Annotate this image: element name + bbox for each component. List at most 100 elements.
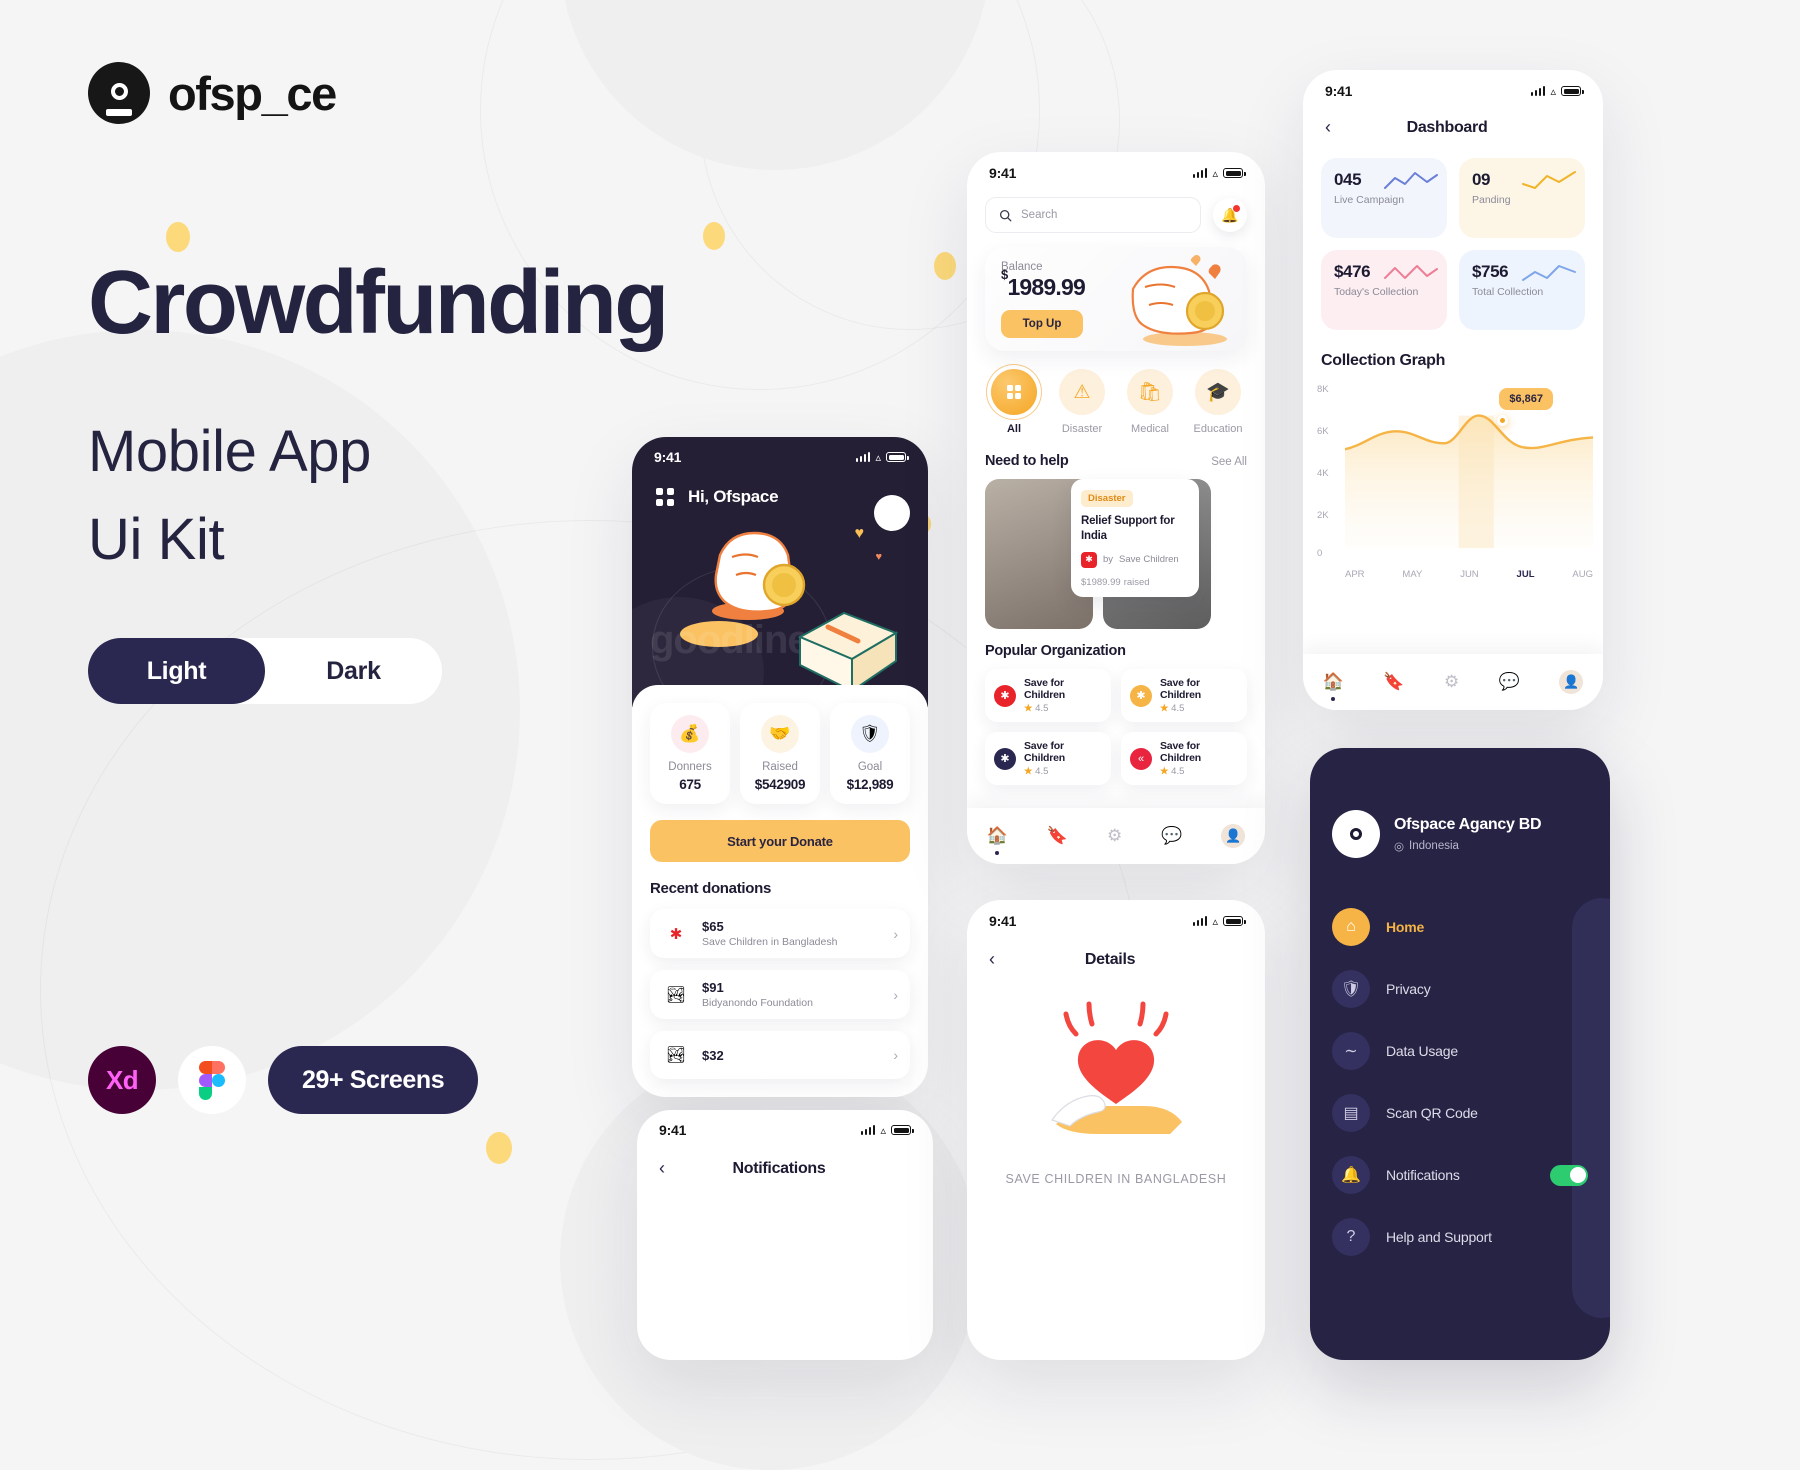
- kpi-card-live-campaign[interactable]: 045 Live Campaign: [1321, 158, 1447, 238]
- start-donate-button[interactable]: Start your Donate: [650, 820, 910, 862]
- donation-amount: $91: [702, 980, 724, 995]
- donation-amount: $65: [702, 919, 724, 934]
- qr-code-icon: ▤: [1332, 1094, 1370, 1132]
- category-education[interactable]: 🎓 Education: [1189, 369, 1247, 435]
- tab-bookmark[interactable]: 🔖: [1383, 672, 1404, 692]
- save-the-children-icon: ✱: [1081, 551, 1097, 568]
- tab-bookmark[interactable]: 🔖: [1047, 826, 1068, 846]
- page-subtitle: Mobile App Ui Kit: [88, 408, 371, 584]
- kpi-card-total-collection[interactable]: $756 Total Collection: [1459, 250, 1585, 330]
- list-item[interactable]: ✱ Save for Children ★ 4.5: [985, 669, 1111, 722]
- status-time: 9:41: [989, 165, 1017, 181]
- sidebar-item-privacy[interactable]: 🛡 Privacy: [1332, 958, 1588, 1020]
- donation-org: Bidyanondo Foundation: [702, 997, 813, 1009]
- tab-settings[interactable]: ⚙: [1107, 826, 1122, 846]
- fist-coin-illustration: [1131, 254, 1227, 346]
- status-bar: 9:41 ▵: [967, 152, 1265, 181]
- avatar[interactable]: [874, 495, 910, 531]
- tab-chat[interactable]: 💬: [1161, 826, 1182, 846]
- sidebar-item-label: Home: [1386, 919, 1425, 935]
- see-all-link[interactable]: See All: [1211, 456, 1247, 468]
- sidebar-menu-list: ⌂ Home 🛡 Privacy ∼ Data Usage ▤ Scan QR …: [1310, 858, 1610, 1268]
- chevron-right-icon: ›: [893, 986, 898, 1003]
- account-header[interactable]: Ofspace Agancy BD ◎ Indonesia: [1310, 748, 1610, 858]
- chart-highlight-point: [1496, 415, 1508, 426]
- y-tick: 4K: [1317, 468, 1329, 479]
- kpi-card-pending[interactable]: 09 Panding: [1459, 158, 1585, 238]
- list-item[interactable]: 🏞 $91 Bidyanondo Foundation ›: [650, 970, 910, 1019]
- status-badge: Disaster: [1081, 490, 1133, 507]
- tab-chat[interactable]: 💬: [1499, 672, 1520, 692]
- kpi-card-today-collection[interactable]: $476 Today's Collection: [1321, 250, 1447, 330]
- y-tick: 8K: [1317, 384, 1329, 395]
- grid-menu-icon[interactable]: [656, 488, 674, 506]
- sidebar-item-scan-qr-code[interactable]: ▤ Scan QR Code: [1332, 1082, 1588, 1144]
- details-caption: SAVE CHILDREN IN BANGLADESH: [1005, 1172, 1227, 1186]
- list-item[interactable]: ✱ $65 Save Children in Bangladesh ›: [650, 909, 910, 958]
- navigation-bar: ‹ Notifications: [637, 1138, 933, 1179]
- sparkline: [1384, 265, 1438, 279]
- navigation-bar: ‹ Dashboard: [1303, 99, 1603, 138]
- chart-plot: [1345, 414, 1593, 549]
- top-up-button[interactable]: Top Up: [1001, 310, 1083, 338]
- hand-holding-heart-illustration: [1016, 998, 1216, 1158]
- tab-home[interactable]: 🏠: [987, 826, 1008, 855]
- tab-settings[interactable]: ⚙: [1444, 672, 1459, 692]
- tab-home[interactable]: 🏠: [1323, 672, 1344, 701]
- star-icon: ★: [1160, 766, 1169, 777]
- heart-small-icon: ♥: [875, 551, 882, 563]
- list-item[interactable]: ✱ Save for Children ★ 4.5: [985, 732, 1111, 785]
- bell-icon[interactable]: 🔔: [1213, 198, 1247, 232]
- ofspace-logo-icon: [88, 62, 150, 124]
- kpi-grid: 045 Live Campaign 09 Panding $476 Today'…: [1303, 138, 1603, 330]
- raised-label: raised: [1123, 576, 1150, 588]
- chart-y-axis: 8K 6K 4K 2K 0: [1317, 382, 1343, 559]
- theme-toggle-dark[interactable]: Dark: [265, 638, 442, 704]
- stat-value: $542909: [754, 777, 806, 792]
- campaign-info-card[interactable]: Disaster Relief Support for India ✱ by S…: [1071, 479, 1199, 597]
- account-location: ◎ Indonesia: [1394, 839, 1541, 853]
- raised-value: 1989.99: [1086, 576, 1121, 588]
- org-rating: ★ 4.5: [1024, 766, 1049, 777]
- stat-label: Donners: [668, 761, 712, 773]
- star-icon: ★: [1024, 766, 1033, 777]
- sidebar-item-help-and-support[interactable]: ? Help and Support: [1332, 1206, 1588, 1268]
- notifications-toggle[interactable]: [1550, 1164, 1588, 1186]
- medical-kit-icon: 🛍: [1127, 369, 1173, 415]
- list-item[interactable]: 🏞 $32 ›: [650, 1031, 910, 1079]
- tab-profile[interactable]: 👤: [1221, 824, 1246, 848]
- balance-card: Balance $1989.99 Top Up: [985, 247, 1247, 351]
- theme-toggle[interactable]: Light Dark: [88, 638, 442, 704]
- x-tick: AUG: [1572, 569, 1593, 580]
- category-medical[interactable]: 🛍 Medical: [1121, 369, 1179, 435]
- list-item[interactable]: ✱ Save for Children ★ 4.5: [1121, 669, 1247, 722]
- status-time: 9:41: [659, 1122, 687, 1138]
- y-tick: 0: [1317, 548, 1323, 559]
- money-bag-icon: 💰: [671, 715, 709, 753]
- search-input[interactable]: Search: [985, 197, 1201, 233]
- status-bar: 9:41 ▵: [967, 900, 1265, 929]
- phone-details-screen: 9:41 ▵ ‹ Details SAVE CHILDREN IN BANGLA…: [967, 900, 1265, 1360]
- panel-edge-decor: [1572, 898, 1610, 1318]
- chevron-right-icon: ›: [893, 1047, 898, 1063]
- dot-1: [166, 222, 190, 252]
- category-all[interactable]: All: [985, 369, 1043, 435]
- donation-org: Save Children in Bangladesh: [702, 936, 838, 948]
- search-placeholder: Search: [1021, 209, 1058, 221]
- tab-profile[interactable]: 👤: [1559, 670, 1584, 694]
- theme-toggle-light[interactable]: Light: [88, 638, 265, 704]
- sidebar-item-notifications[interactable]: 🔔 Notifications: [1332, 1144, 1588, 1206]
- sidebar-item-data-usage[interactable]: ∼ Data Usage: [1332, 1020, 1588, 1082]
- list-item[interactable]: « Save for Children ★ 4.5: [1121, 732, 1247, 785]
- category-disaster[interactable]: ⚠ Disaster: [1053, 369, 1111, 435]
- category-label: Education: [1193, 423, 1243, 435]
- campaign-title: Relief Support for India: [1081, 515, 1175, 542]
- signal-icon: [855, 452, 871, 462]
- save-the-children-icon: ✱: [662, 919, 690, 948]
- org-rating: ★ 4.5: [1024, 703, 1049, 714]
- phone-home-screen: 9:41 ▵ Hi, Ofspace goodline.com ♥ ♥ 💰 Do…: [632, 437, 928, 1097]
- subtitle-line-1: Mobile App: [88, 419, 371, 484]
- sidebar-item-home[interactable]: ⌂ Home: [1332, 896, 1588, 958]
- kpi-label: Today's Collection: [1334, 286, 1419, 298]
- chart-tooltip: $6,867: [1499, 388, 1553, 410]
